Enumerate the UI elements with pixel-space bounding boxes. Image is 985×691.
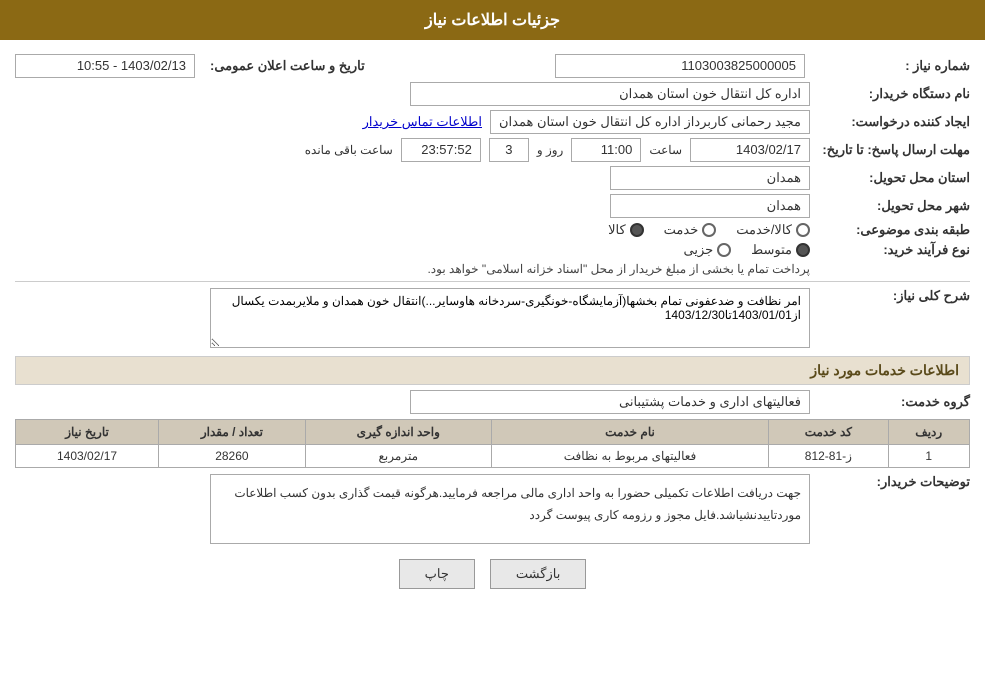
delivery-province-value: همدان [610, 166, 810, 190]
buyer-org-label: نام دستگاه خریدار: [810, 86, 970, 102]
purchase-type-radio-jozei[interactable] [717, 243, 731, 257]
table-row: 1 ز-81-812 فعالیتهای مربوط به نظافت مترم… [16, 445, 970, 468]
need-number-label: شماره نیاز : [810, 58, 970, 74]
deadline-days: 3 [489, 138, 529, 162]
category-radio-kala-khedmat[interactable] [796, 223, 810, 237]
delivery-province-label: استان محل تحویل: [810, 170, 970, 186]
deadline-remaining-label: ساعت باقی مانده [305, 143, 393, 157]
deadline-days-label: روز و [537, 143, 564, 157]
purchase-type-note: پرداخت تمام یا بخشی از مبلغ خریدار از مح… [427, 262, 810, 276]
buyer-notes-label: توضیحات خریدار: [810, 474, 970, 490]
col-header-row: ردیف [888, 420, 969, 445]
services-table: ردیف کد خدمت نام خدمت واحد اندازه گیری ت… [15, 419, 970, 468]
deadline-label: مهلت ارسال پاسخ: تا تاریخ: [810, 142, 970, 158]
delivery-city-label: شهر محل تحویل: [810, 198, 970, 214]
category-radio-group: کالا/خدمت خدمت کالا [608, 222, 810, 238]
page-title: جزئیات اطلاعات نیاز [425, 12, 560, 29]
category-radio-khedmat[interactable] [702, 223, 716, 237]
need-number-value: 1103003825000005 [555, 54, 805, 78]
services-section-title: اطلاعات خدمات مورد نیاز [15, 356, 970, 385]
category-label: طبقه بندی موضوعی: [810, 222, 970, 238]
col-header-unit: واحد اندازه گیری [305, 420, 491, 445]
cell-date: 1403/02/17 [16, 445, 159, 468]
cell-unit: مترمربع [305, 445, 491, 468]
buyer-notes-value: جهت دریافت اطلاعات تکمیلی حضورا به واحد … [210, 474, 810, 544]
deadline-remaining: 23:57:52 [401, 138, 481, 162]
creator-label: ایجاد کننده درخواست: [810, 114, 970, 130]
description-label: شرح کلی نیاز: [810, 288, 970, 304]
announcement-date-value: 1403/02/13 - 10:55 [15, 54, 195, 78]
category-radio-kala[interactable] [630, 223, 644, 237]
creator-value: مجید رحمانی کاربرداز اداره کل انتقال خون… [490, 110, 810, 134]
category-option-kala-khedmat: کالا/خدمت [736, 222, 810, 238]
deadline-date: 1403/02/17 [690, 138, 810, 162]
deadline-time-label: ساعت [649, 143, 682, 157]
purchase-type-label: نوع فرآیند خرید: [810, 242, 970, 258]
category-option-khedmat: خدمت [664, 222, 717, 238]
col-header-date: تاریخ نیاز [16, 420, 159, 445]
announcement-date-label: تاریخ و ساعت اعلان عمومی: [200, 58, 365, 74]
purchase-type-radio-group: متوسط جزیی [427, 242, 810, 258]
buttons-row: بازگشت چاپ [15, 559, 970, 589]
service-group-value: فعالیتهای اداری و خدمات پشتیبانی [410, 390, 810, 414]
cell-row: 1 [888, 445, 969, 468]
purchase-type-option-motavasset: متوسط [751, 242, 810, 258]
purchase-type-radio-motavasset[interactable] [796, 243, 810, 257]
cell-code: ز-81-812 [769, 445, 888, 468]
print-button[interactable]: چاپ [399, 559, 475, 589]
description-textarea[interactable] [210, 288, 810, 348]
back-button[interactable]: بازگشت [490, 559, 586, 589]
delivery-city-value: همدان [610, 194, 810, 218]
creator-contact-link[interactable]: اطلاعات تماس خریدار [363, 114, 482, 130]
buyer-org-value: اداره کل انتقال خون استان همدان [410, 82, 810, 106]
cell-quantity: 28260 [159, 445, 306, 468]
col-header-name: نام خدمت [491, 420, 768, 445]
purchase-type-option-jozei: جزیی [683, 242, 731, 258]
cell-name: فعالیتهای مربوط به نظافت [491, 445, 768, 468]
col-header-code: کد خدمت [769, 420, 888, 445]
deadline-time: 11:00 [571, 138, 641, 162]
page-header: جزئیات اطلاعات نیاز [0, 0, 985, 40]
col-header-quantity: تعداد / مقدار [159, 420, 306, 445]
category-option-kala: کالا [608, 222, 644, 238]
service-group-label: گروه خدمت: [810, 394, 970, 410]
